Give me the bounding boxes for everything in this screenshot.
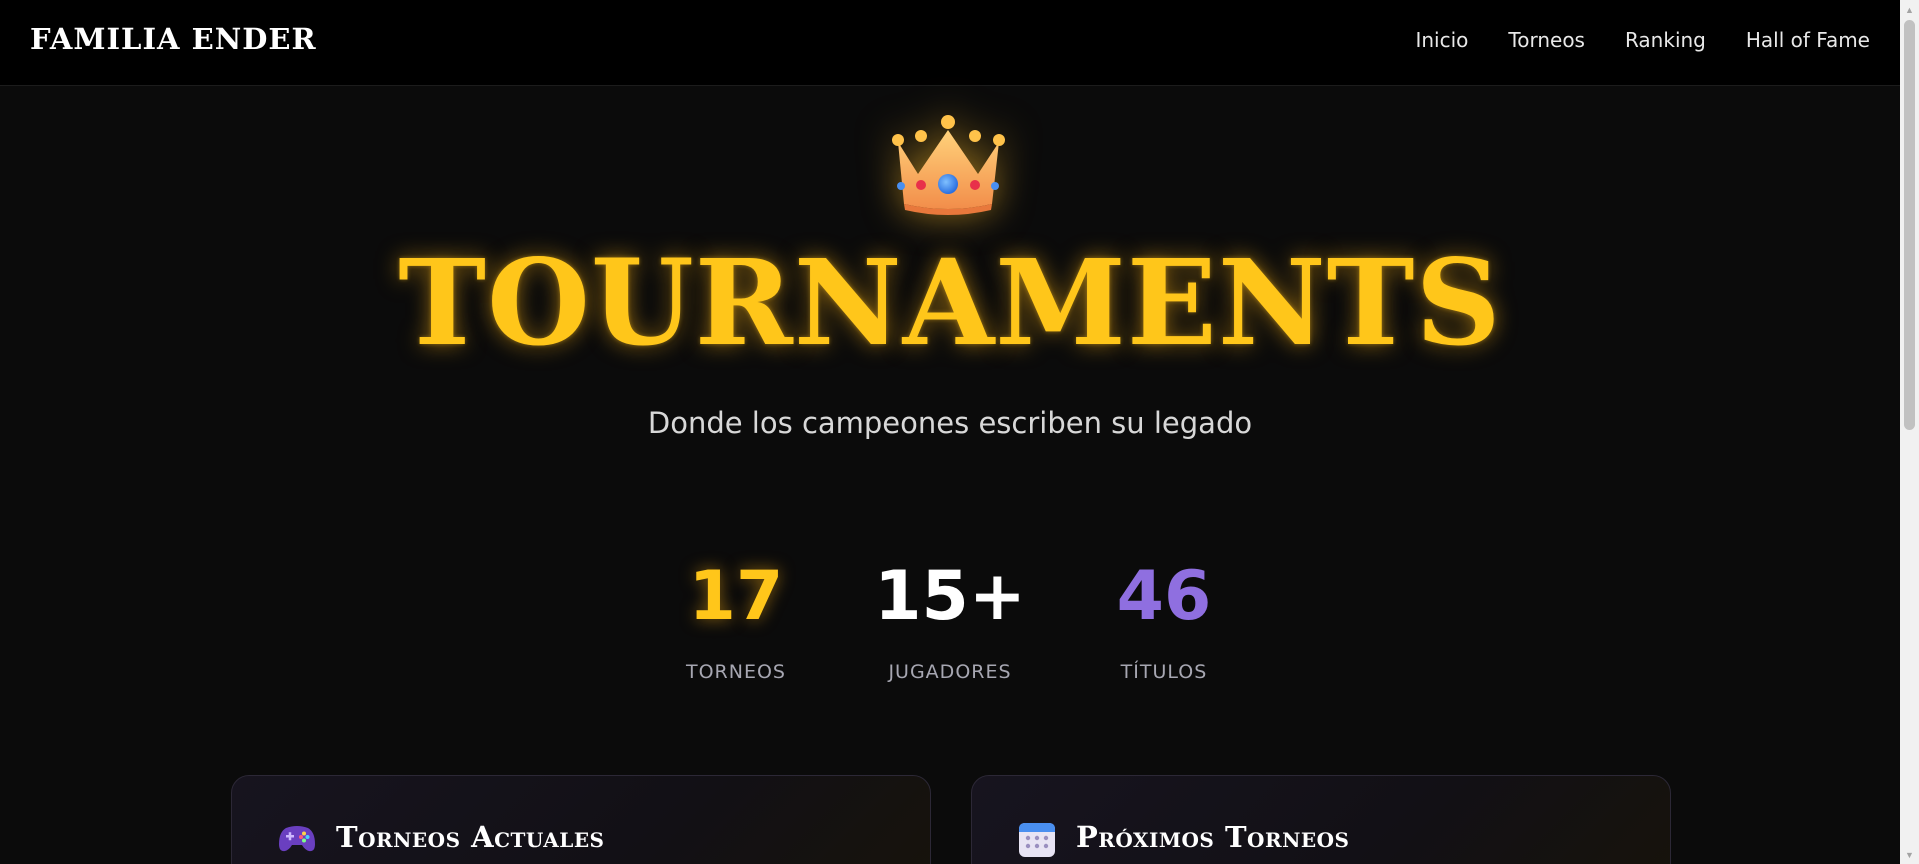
card-header: Torneos Actuales bbox=[278, 820, 605, 854]
nav-link-hall-of-fame[interactable]: Hall of Fame bbox=[1746, 28, 1870, 52]
brand-logo[interactable]: FAMILIA ENDER bbox=[30, 22, 317, 56]
scroll-down-arrow-icon[interactable]: ▼ bbox=[1900, 846, 1919, 863]
nav-link-inicio[interactable]: Inicio bbox=[1415, 28, 1468, 52]
page-scrollbar[interactable]: ▲ ▼ bbox=[1900, 0, 1919, 864]
stat-label-jugadores: JUGADORES bbox=[888, 660, 1012, 683]
stat-label-titulos: TÍTULOS bbox=[1120, 660, 1208, 683]
card-torneos-actuales[interactable]: Torneos Actuales bbox=[231, 775, 931, 864]
card-proximos-torneos[interactable]: Próximos Torneos bbox=[971, 775, 1671, 864]
card-title-torneos-actuales: Torneos Actuales bbox=[336, 820, 605, 854]
scrollbar-thumb[interactable] bbox=[1904, 20, 1915, 430]
stat-jugadores: 15+ JUGADORES bbox=[843, 557, 1057, 683]
stats-row: 17 TORNEOS 15+ JUGADORES 46 TÍTULOS bbox=[0, 557, 1900, 683]
nav-links: Inicio Torneos Ranking Hall of Fame bbox=[1415, 28, 1870, 52]
stat-torneos: 17 TORNEOS bbox=[629, 557, 843, 683]
card-header: Próximos Torneos bbox=[1018, 820, 1350, 857]
stat-label-torneos: TORNEOS bbox=[686, 660, 786, 683]
card-title-proximos-torneos: Próximos Torneos bbox=[1076, 820, 1350, 854]
stat-titulos: 46 TÍTULOS bbox=[1057, 557, 1271, 683]
gamepad-icon bbox=[278, 820, 316, 854]
stat-value-titulos: 46 bbox=[1116, 557, 1212, 636]
scroll-up-arrow-icon[interactable]: ▲ bbox=[1900, 1, 1919, 18]
nav-link-ranking[interactable]: Ranking bbox=[1625, 28, 1706, 52]
navbar: FAMILIA ENDER Inicio Torneos Ranking Hal… bbox=[0, 0, 1900, 86]
crown-icon bbox=[886, 112, 1011, 217]
stat-value-jugadores: 15+ bbox=[874, 557, 1026, 636]
hero-subtitle: Donde los campeones escriben su legado bbox=[647, 406, 1253, 440]
nav-link-torneos[interactable]: Torneos bbox=[1508, 28, 1585, 52]
hero-title: TOURNAMENTS bbox=[398, 233, 1502, 372]
calendar-icon bbox=[1018, 820, 1056, 857]
stat-value-torneos: 17 bbox=[688, 557, 784, 636]
